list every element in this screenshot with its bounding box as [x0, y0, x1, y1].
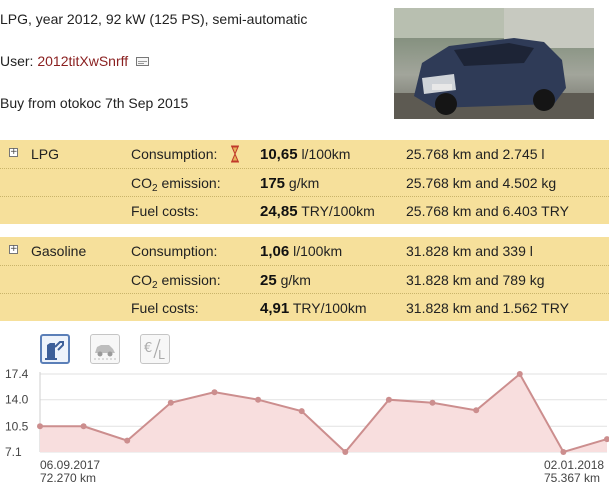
fuel-pump-icon	[45, 341, 64, 360]
x-start-km: 72.270 km	[40, 471, 97, 485]
data-point[interactable]	[124, 437, 131, 444]
lpg-row-consumption: + LPG Consumption: 10,65 l/100km 25.768 …	[0, 140, 609, 168]
data-point[interactable]	[37, 423, 43, 430]
cost-chart-tab[interactable]: € L	[140, 334, 170, 364]
data-point[interactable]	[298, 408, 305, 415]
purchase-info: Buy from otokoc 7th Sep 2015	[0, 95, 189, 111]
user-name-link[interactable]: 2012titXwSnrff	[37, 53, 128, 69]
gasoline-row-costs: Fuel costs: 4,91 TRY/100km 31.828 km and…	[0, 293, 609, 322]
user-label: User:	[0, 53, 34, 69]
fuel-block-gasoline: + Gasoline Consumption: 1,06 l/100km 31.…	[0, 237, 609, 321]
lpg-row-co2: CO2 emission: 175 g/km 25.768 km and 4.5…	[0, 168, 609, 197]
consumption-chart: 17.4 14.0 10.5 7.1	[5, 367, 609, 459]
car-icon	[94, 345, 116, 360]
metric-totals: 31.828 km and 789 kg	[406, 272, 545, 288]
car-chart-tab[interactable]	[90, 334, 120, 364]
car-photo[interactable]	[394, 8, 594, 119]
y-tick-label: 14.0	[5, 393, 29, 407]
expand-icon[interactable]: +	[9, 148, 18, 157]
data-point[interactable]	[167, 399, 174, 406]
x-axis-end: 02.01.2018 75.367 km	[544, 459, 604, 485]
metric-totals: 31.828 km and 339 l	[406, 243, 533, 259]
y-tick-label: 7.1	[5, 445, 22, 459]
user-line: User: 2012titXwSnrff	[0, 53, 150, 69]
data-point[interactable]	[385, 396, 392, 403]
data-point[interactable]	[255, 396, 262, 403]
lpg-row-costs: Fuel costs: 24,85 TRY/100km 25.768 km an…	[0, 196, 609, 225]
metric-totals: 25.768 km and 4.502 kg	[406, 175, 557, 191]
metric-label: Consumption:	[131, 243, 218, 259]
euro-per-liter-icon: € L	[144, 338, 165, 362]
message-icon[interactable]	[136, 57, 150, 66]
data-point[interactable]	[429, 399, 436, 406]
metric-value: 1,06 l/100km	[260, 243, 343, 260]
fuel-block-lpg: + LPG Consumption: 10,65 l/100km 25.768 …	[0, 140, 609, 224]
data-point[interactable]	[473, 407, 480, 414]
metric-value: 25 g/km	[260, 272, 311, 289]
car-photo-graphic	[394, 8, 594, 119]
metric-totals: 31.828 km and 1.562 TRY	[406, 300, 569, 316]
y-tick-label: 17.4	[5, 367, 29, 381]
metric-value: 175 g/km	[260, 175, 320, 192]
metric-totals: 25.768 km and 6.403 TRY	[406, 203, 569, 219]
data-point[interactable]	[342, 449, 349, 455]
metric-totals: 25.768 km and 2.745 l	[406, 146, 545, 162]
metric-value: 10,65 l/100km	[260, 146, 351, 163]
fuel-name[interactable]: LPG	[31, 140, 59, 168]
fuel-chart-tab[interactable]	[40, 334, 70, 364]
vehicle-spec: LPG, year 2012, 92 kW (125 PS), semi-aut…	[0, 11, 308, 27]
metric-label: Fuel costs:	[131, 203, 199, 219]
data-point[interactable]	[560, 449, 567, 455]
metric-value: 24,85 TRY/100km	[260, 203, 375, 220]
gasoline-row-co2: CO2 emission: 25 g/km 31.828 km and 789 …	[0, 265, 609, 294]
data-point[interactable]	[516, 371, 523, 377]
y-tick-label: 10.5	[5, 419, 29, 433]
svg-text:€: €	[144, 341, 152, 356]
metric-label: Consumption:	[131, 146, 218, 162]
hourglass-icon	[231, 145, 239, 163]
expand-icon[interactable]: +	[9, 245, 18, 254]
x-axis-start: 06.09.2017 72.270 km	[40, 459, 100, 485]
metric-value: 4,91 TRY/100km	[260, 300, 367, 317]
data-point[interactable]	[80, 423, 87, 430]
svg-text:L: L	[158, 348, 165, 362]
fuel-name[interactable]: Gasoline	[31, 237, 86, 265]
data-point[interactable]	[211, 389, 218, 396]
gasoline-row-consumption: + Gasoline Consumption: 1,06 l/100km 31.…	[0, 237, 609, 265]
x-end-km: 75.367 km	[544, 471, 601, 485]
metric-label: Fuel costs:	[131, 300, 199, 316]
